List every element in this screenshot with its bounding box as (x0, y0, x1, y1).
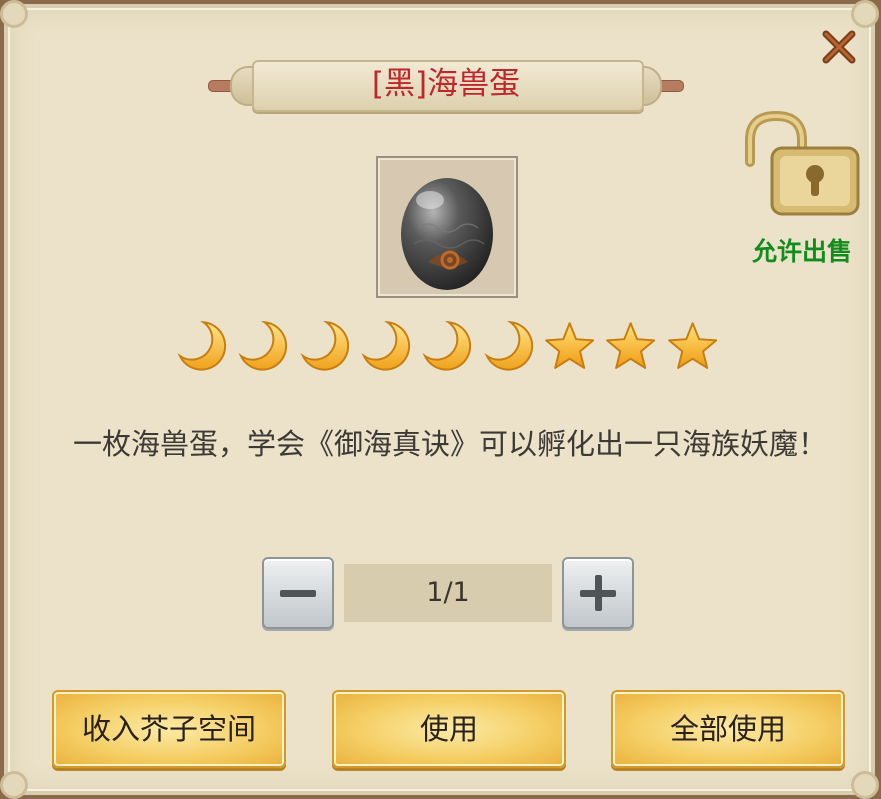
item-description: 一枚海兽蛋，学会《御海真诀》可以孵化出一只海族妖魔！ (72, 427, 827, 461)
crescent-moon-icon (361, 320, 411, 371)
title-plaque: [黑]海兽蛋 (208, 56, 684, 112)
close-x-icon (822, 30, 856, 64)
open-padlock-icon (745, 110, 860, 216)
decrease-button[interactable] (262, 557, 334, 629)
allow-sell-label: 允许出售 (751, 237, 852, 266)
minus-icon (280, 590, 316, 597)
increase-button[interactable] (562, 557, 634, 629)
crescent-moon-icon (300, 320, 349, 371)
corner-ornament (851, 0, 879, 28)
rating-row (174, 318, 720, 374)
item-title: [黑]海兽蛋 (371, 66, 521, 102)
star-icon (606, 322, 656, 369)
star-icon (667, 322, 717, 369)
crescent-moon-icon (422, 320, 472, 371)
store-to-space-button[interactable]: 收入芥子空间 (52, 690, 286, 768)
crescent-moon-icon (484, 320, 533, 371)
use-all-button[interactable]: 全部使用 (611, 690, 845, 768)
black-sea-beast-egg-icon (401, 178, 493, 290)
corner-ornament (851, 771, 879, 799)
star-icon (545, 322, 595, 369)
plus-icon-vertical (595, 575, 602, 611)
corner-ornament (0, 0, 28, 28)
item-icon-slot (376, 156, 518, 298)
corner-ornament (0, 771, 28, 799)
sell-lock[interactable]: 允许出售 (740, 110, 864, 270)
close-button[interactable] (818, 26, 860, 68)
use-button[interactable]: 使用 (332, 690, 566, 768)
crescent-moon-icon (238, 320, 288, 371)
quantity-display: 1/1 (344, 564, 552, 622)
crescent-moon-icon (177, 320, 227, 371)
